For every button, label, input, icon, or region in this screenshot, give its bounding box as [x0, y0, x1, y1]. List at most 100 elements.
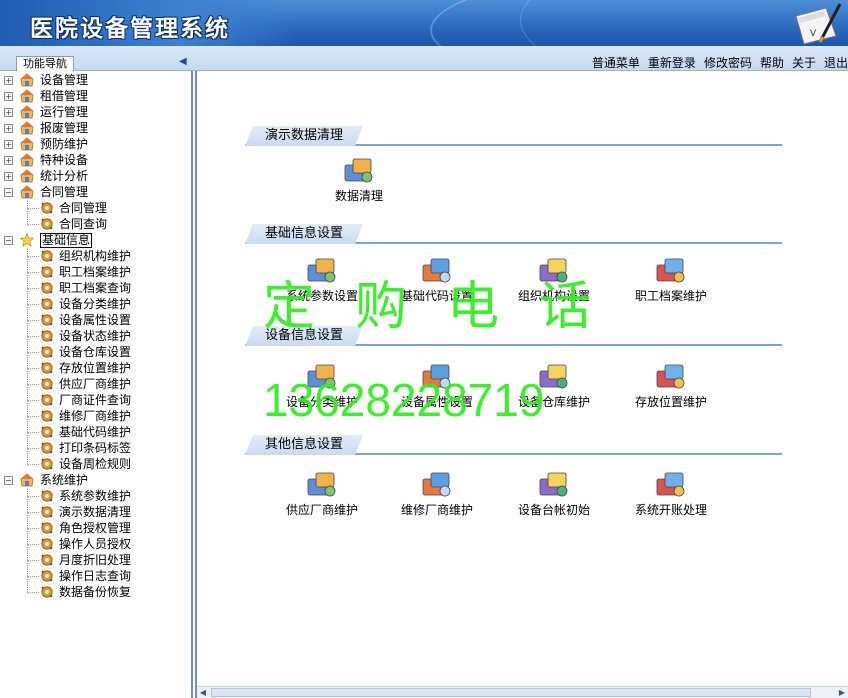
- gear-icon: [40, 569, 54, 583]
- function-tile-label: 系统开账处理: [634, 503, 707, 517]
- tree-leaf[interactable]: 基础代码维护: [0, 424, 191, 440]
- tree-leaf[interactable]: 合同管理: [0, 200, 191, 216]
- tree-leaf-label: 维修厂商维护: [59, 409, 132, 423]
- nav-tab[interactable]: 功能导航: [16, 56, 74, 71]
- horizontal-scrollbar[interactable]: ◀ ▶: [197, 686, 848, 698]
- tree-node[interactable]: + 设备管理: [0, 72, 191, 88]
- tree-leaf[interactable]: 组织机构维护: [0, 248, 191, 264]
- folder-house-icon: [20, 473, 34, 487]
- tree-node-label: 统计分析: [40, 169, 89, 183]
- tree-leaf-label: 厂商证件查询: [59, 393, 132, 407]
- collapse-node-icon[interactable]: −: [4, 236, 13, 245]
- tree-node[interactable]: − 基础信息: [0, 232, 191, 248]
- function-tile-label: 职工档案维护: [634, 289, 707, 303]
- function-tile[interactable]: 职工档案维护: [621, 255, 721, 303]
- tree-leaf-label: 演示数据清理: [59, 505, 132, 519]
- scroll-right-icon[interactable]: ▶: [836, 687, 848, 698]
- gear-icon: [40, 489, 54, 503]
- tree-leaf[interactable]: 月度折旧处理: [0, 552, 191, 568]
- scroll-thumb[interactable]: [211, 688, 811, 697]
- tree-leaf[interactable]: 系统参数维护: [0, 488, 191, 504]
- function-tile[interactable]: 系统开账处理: [621, 469, 721, 517]
- menu-item-4[interactable]: 关于: [792, 54, 816, 71]
- tree-leaf[interactable]: 设备分类维护: [0, 296, 191, 312]
- tree-node[interactable]: + 运行管理: [0, 104, 191, 120]
- tree-node-label: 设备管理: [40, 73, 89, 87]
- top-menu: 普通菜单 重新登录 修改密码 帮助 关于 退出: [592, 54, 848, 71]
- star-icon: [19, 232, 35, 247]
- gear-icon: [40, 393, 54, 407]
- notebook-pen-logo-icon: V: [795, 3, 842, 45]
- gear-icon: [40, 313, 54, 327]
- expand-node-icon[interactable]: +: [4, 140, 13, 149]
- tree-node[interactable]: + 统计分析: [0, 168, 191, 184]
- menu-item-5[interactable]: 退出: [824, 54, 848, 71]
- gear-icon: [40, 537, 54, 551]
- tree-node-label: 运行管理: [40, 105, 89, 119]
- tree-leaf-label: 数据备份恢复: [59, 585, 132, 599]
- tree-leaf-label: 设备仓库设置: [59, 345, 132, 359]
- tree-leaf-label: 设备分类维护: [59, 297, 132, 311]
- function-tile-label: 数据清理: [334, 189, 383, 203]
- function-tile[interactable]: 存放位置维护: [621, 361, 721, 409]
- sidebar: + 设备管理 + 租借管理 + 运行管理 + 报废管理 + 预防维护 + 特种设备 + 统计分析 − 合同管理…: [0, 71, 193, 698]
- function-tile[interactable]: 数据清理: [309, 155, 409, 203]
- scroll-left-icon[interactable]: ◀: [197, 687, 209, 698]
- folder-house-icon: [20, 73, 34, 87]
- tree-leaf[interactable]: 供应厂商维护: [0, 376, 191, 392]
- tree-leaf[interactable]: 设备仓库设置: [0, 344, 191, 360]
- expand-node-icon[interactable]: +: [4, 76, 13, 85]
- tree-leaf[interactable]: 职工档案查询: [0, 280, 191, 296]
- tree-node-label: 合同管理: [40, 185, 89, 199]
- collapse-node-icon[interactable]: −: [4, 188, 13, 197]
- tree-node[interactable]: + 特种设备: [0, 152, 191, 168]
- app-banner: 医院设备管理系统 V: [0, 0, 848, 46]
- tree-leaf[interactable]: 设备属性设置: [0, 312, 191, 328]
- function-tile-label: 供应厂商维护: [285, 503, 358, 517]
- tree-leaf[interactable]: 角色授权管理: [0, 520, 191, 536]
- section-header: 演示数据清理: [245, 126, 782, 146]
- tree-leaf[interactable]: 合同查询: [0, 216, 191, 232]
- tree-node-label: 特种设备: [40, 153, 89, 167]
- tree-leaf[interactable]: 设备周检规则: [0, 456, 191, 472]
- tree-leaf[interactable]: 职工档案维护: [0, 264, 191, 280]
- tree-node[interactable]: − 合同管理: [0, 184, 191, 200]
- tree-node-label: 报废管理: [40, 121, 89, 135]
- tree-leaf[interactable]: 厂商证件查询: [0, 392, 191, 408]
- section-title: 其他信息设置: [245, 435, 363, 455]
- tree-leaf[interactable]: 数据备份恢复: [0, 584, 191, 600]
- function-tile[interactable]: 供应厂商维护: [272, 469, 372, 517]
- gear-icon: [40, 281, 54, 295]
- function-tile[interactable]: 设备台帐初始: [504, 469, 604, 517]
- folder-house-icon: [20, 185, 34, 199]
- tree-leaf-label: 基础代码维护: [59, 425, 132, 439]
- expand-node-icon[interactable]: +: [4, 124, 13, 133]
- function-tile[interactable]: 维修厂商维护: [387, 469, 487, 517]
- tree-leaf[interactable]: 维修厂商维护: [0, 408, 191, 424]
- expand-node-icon[interactable]: +: [4, 108, 13, 117]
- tree-leaf[interactable]: 操作日志查询: [0, 568, 191, 584]
- tree-leaf[interactable]: 操作人员授权: [0, 536, 191, 552]
- menu-item-3[interactable]: 帮助: [760, 54, 784, 71]
- tree-node[interactable]: + 预防维护: [0, 136, 191, 152]
- menu-item-1[interactable]: 重新登录: [648, 54, 696, 71]
- tree-leaf[interactable]: 演示数据清理: [0, 504, 191, 520]
- menu-item-0[interactable]: 普通菜单: [592, 54, 640, 71]
- collapse-sidebar-icon[interactable]: ◀: [179, 56, 189, 68]
- tree-leaf-label: 职工档案维护: [59, 265, 132, 279]
- tree-node[interactable]: + 报废管理: [0, 120, 191, 136]
- tree-node[interactable]: − 系统维护: [0, 472, 191, 488]
- menu-item-2[interactable]: 修改密码: [704, 54, 752, 71]
- toolbar: 功能导航 ◀ 普通菜单 重新登录 修改密码 帮助 关于 退出: [0, 46, 848, 71]
- tree-leaf[interactable]: 打印条码标签: [0, 440, 191, 456]
- tree-leaf[interactable]: 设备状态维护: [0, 328, 191, 344]
- gear-icon: [40, 329, 54, 343]
- collapse-node-icon[interactable]: −: [4, 476, 13, 485]
- section-title: 演示数据清理: [245, 126, 363, 146]
- tree-node[interactable]: + 租借管理: [0, 88, 191, 104]
- folder-house-icon: [20, 121, 34, 135]
- expand-node-icon[interactable]: +: [4, 172, 13, 181]
- expand-node-icon[interactable]: +: [4, 156, 13, 165]
- tree-leaf[interactable]: 存放位置维护: [0, 360, 191, 376]
- expand-node-icon[interactable]: +: [4, 92, 13, 101]
